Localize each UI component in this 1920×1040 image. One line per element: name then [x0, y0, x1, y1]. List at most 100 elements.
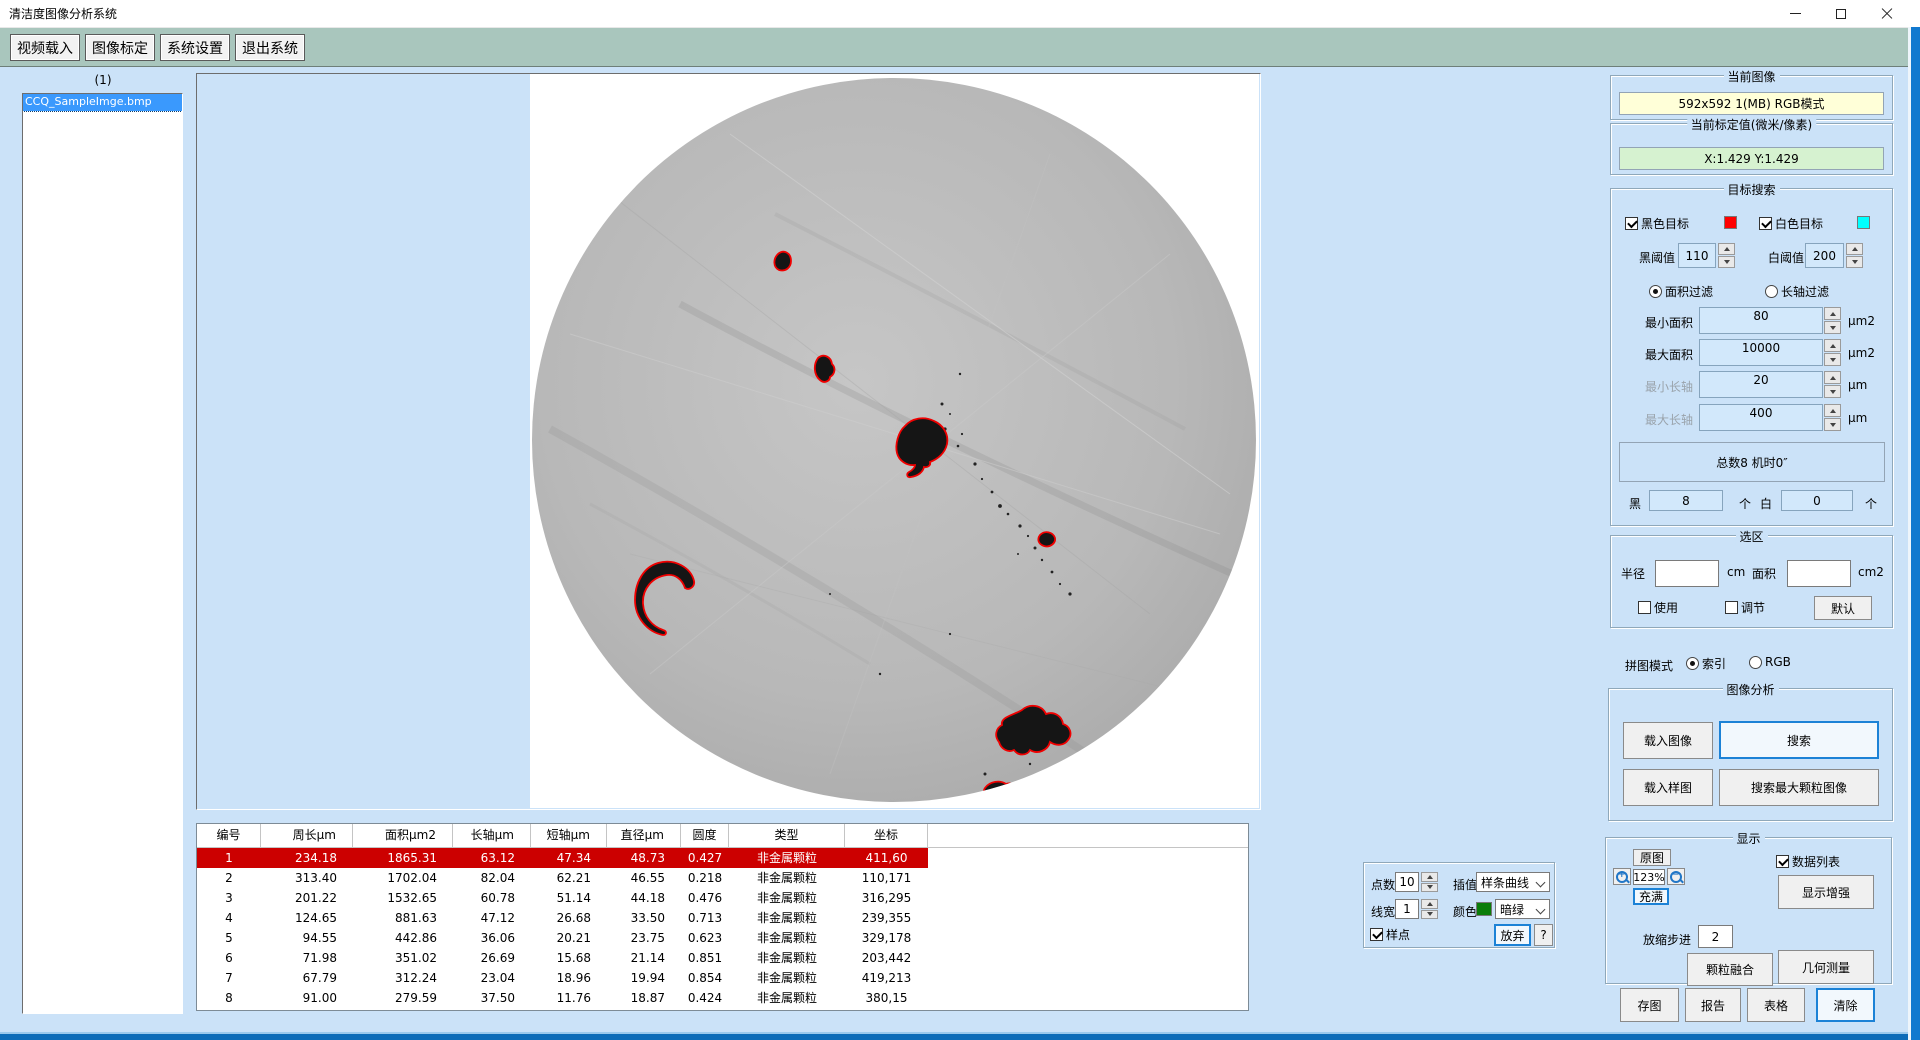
window-edge-bottom — [0, 1032, 1908, 1040]
white-threshold-spinner[interactable] — [1846, 243, 1863, 268]
table-row[interactable]: 1234.181865.3163.1247.3448.730.427非金属颗粒4… — [197, 848, 928, 868]
table-cell: 23.04 — [453, 968, 531, 988]
white-threshold-input[interactable]: 200 — [1805, 243, 1844, 268]
help-button[interactable]: ? — [1534, 924, 1553, 946]
discard-button[interactable]: 放弃 — [1494, 924, 1531, 946]
table-cell: 7 — [197, 968, 261, 988]
curve-controls-box: 点数 10 插值 样条曲线 线宽 1 颜色 暗绿 样点 放弃 ? — [1363, 862, 1555, 948]
table-cell: 63.12 — [453, 848, 531, 868]
save-image-button[interactable]: 存图 — [1620, 988, 1679, 1022]
zoom-in-icon[interactable]: + — [1613, 868, 1631, 885]
file-list[interactable]: CCQ_SampleImge.bmp — [22, 93, 183, 1014]
table-cell: 3 — [197, 888, 261, 908]
table-cell: 23.75 — [607, 928, 681, 948]
table-row[interactable]: 891.00279.5937.5011.7618.870.424非金属颗粒380… — [197, 988, 1248, 1008]
table-row[interactable]: 594.55442.8636.0620.2123.750.623非金属颗粒329… — [197, 928, 1248, 948]
table-row[interactable]: 671.98351.0226.6915.6821.140.851非金属颗粒203… — [197, 948, 1248, 968]
minimize-button[interactable] — [1772, 0, 1818, 27]
report-button[interactable]: 报告 — [1685, 988, 1741, 1022]
data-list-checkbox[interactable]: 数据列表 — [1776, 853, 1840, 870]
title-bar: 清洁度图像分析系统 — [0, 0, 1920, 27]
table-button[interactable]: 表格 — [1747, 988, 1805, 1022]
points-spinner[interactable] — [1421, 872, 1438, 892]
interp-dropdown[interactable]: 样条曲线 — [1476, 872, 1550, 892]
image-calibration-button[interactable]: 图像标定 — [85, 34, 155, 61]
toolbar: 视频载入 图像标定 系统设置 退出系统 — [0, 27, 1920, 67]
line-width-input[interactable]: 1 — [1395, 899, 1419, 919]
image-viewer-panel — [196, 73, 1261, 810]
black-threshold-input[interactable]: 110 — [1678, 243, 1716, 268]
white-target-checkbox[interactable]: 白色目标 — [1759, 215, 1823, 232]
mosaic-rgb-radio[interactable]: RGB — [1749, 655, 1791, 669]
black-count-label: 黑 — [1629, 495, 1641, 512]
display-group-label: 显示 — [1732, 830, 1764, 847]
max-axis-label: 最大长轴 — [1645, 411, 1693, 428]
geometry-measure-button[interactable]: 几何测量 — [1778, 950, 1874, 984]
original-size-button[interactable]: 原图 — [1633, 849, 1671, 866]
curve-color-swatch[interactable] — [1476, 902, 1492, 916]
default-button[interactable]: 默认 — [1814, 596, 1872, 620]
min-axis-input[interactable]: 20 — [1699, 371, 1823, 398]
sample-points-checkbox[interactable]: 样点 — [1370, 926, 1410, 943]
search-max-particle-button[interactable]: 搜索最大颗粒图像 — [1719, 769, 1879, 806]
adjust-checkbox[interactable]: 调节 — [1725, 599, 1765, 616]
line-width-spinner[interactable] — [1421, 899, 1438, 919]
zoom-out-icon[interactable]: − — [1667, 868, 1685, 885]
min-axis-spinner[interactable] — [1824, 371, 1841, 398]
max-axis-input[interactable]: 400 — [1699, 404, 1823, 431]
maximize-button[interactable] — [1818, 0, 1864, 27]
use-checkbox[interactable]: 使用 — [1638, 599, 1678, 616]
system-settings-button[interactable]: 系统设置 — [160, 34, 230, 61]
target-search-group: 目标搜索 黑色目标 白色目标 黑阈值 110 白阈值 200 面积过滤 长轴过滤… — [1610, 188, 1893, 526]
video-load-button[interactable]: 视频载入 — [10, 34, 80, 61]
max-axis-spinner[interactable] — [1824, 404, 1841, 431]
axis-filter-radio[interactable]: 长轴过滤 — [1765, 283, 1829, 300]
table-cell: 11.76 — [531, 988, 607, 1008]
table-cell: 239,355 — [845, 908, 928, 928]
table-row[interactable]: 4124.65881.6347.1226.6833.500.713非金属颗粒23… — [197, 908, 1248, 928]
clear-button[interactable]: 清除 — [1816, 988, 1875, 1022]
radius-input[interactable] — [1655, 560, 1719, 587]
table-cell: 2 — [197, 868, 261, 888]
mosaic-index-radio[interactable]: 索引 — [1686, 655, 1726, 672]
search-status-field: 总数8 机时0″ — [1619, 442, 1885, 482]
fit-button[interactable]: 充满 — [1633, 888, 1669, 905]
points-input[interactable]: 10 — [1395, 872, 1419, 892]
display-enhance-button[interactable]: 显示增强 — [1778, 875, 1874, 909]
black-target-checkbox[interactable]: 黑色目标 — [1625, 215, 1689, 232]
table-row[interactable]: 2313.401702.0482.0462.2146.550.218非金属颗粒1… — [197, 868, 1248, 888]
max-area-spinner[interactable] — [1824, 339, 1841, 366]
table-row[interactable]: 3201.221532.6560.7851.1444.180.476非金属颗粒3… — [197, 888, 1248, 908]
table-cell: 0.623 — [681, 928, 729, 948]
table-cell: 82.04 — [453, 868, 531, 888]
min-area-spinner[interactable] — [1824, 307, 1841, 334]
area-filter-radio[interactable]: 面积过滤 — [1649, 283, 1713, 300]
image-canvas[interactable] — [530, 74, 1259, 808]
min-axis-label: 最小长轴 — [1645, 378, 1693, 395]
min-area-input[interactable]: 80 — [1699, 307, 1823, 334]
table-cell: 0.218 — [681, 868, 729, 888]
load-image-button[interactable]: 载入图像 — [1623, 722, 1713, 759]
microscope-image — [530, 74, 1259, 808]
file-list-item[interactable]: CCQ_SampleImge.bmp — [23, 94, 182, 111]
search-button[interactable]: 搜索 — [1719, 721, 1879, 759]
table-cell: 67.79 — [261, 968, 353, 988]
max-area-input[interactable]: 10000 — [1699, 339, 1823, 366]
black-threshold-spinner[interactable] — [1718, 243, 1735, 268]
close-button[interactable] — [1864, 0, 1910, 27]
color-dropdown[interactable]: 暗绿 — [1495, 899, 1550, 919]
table-cell: 47.34 — [531, 848, 607, 868]
table-row[interactable]: 767.79312.2423.0418.9619.940.854非金属颗粒419… — [197, 968, 1248, 988]
table-cell: 1865.31 — [353, 848, 453, 868]
particle-merge-button[interactable]: 颗粒融合 — [1687, 953, 1773, 986]
table-cell: 91.00 — [261, 988, 353, 1008]
exit-system-button[interactable]: 退出系统 — [235, 34, 305, 61]
current-image-group-label: 当前图像 — [1723, 68, 1779, 85]
table-cell: 0.713 — [681, 908, 729, 928]
sel-area-input[interactable] — [1787, 560, 1851, 587]
table-cell: 非金属颗粒 — [729, 968, 845, 988]
table-cell: 4 — [197, 908, 261, 928]
load-sample-button[interactable]: 载入样图 — [1623, 769, 1713, 806]
table-cell: 36.06 — [453, 928, 531, 948]
zoom-step-input[interactable]: 2 — [1698, 925, 1733, 948]
